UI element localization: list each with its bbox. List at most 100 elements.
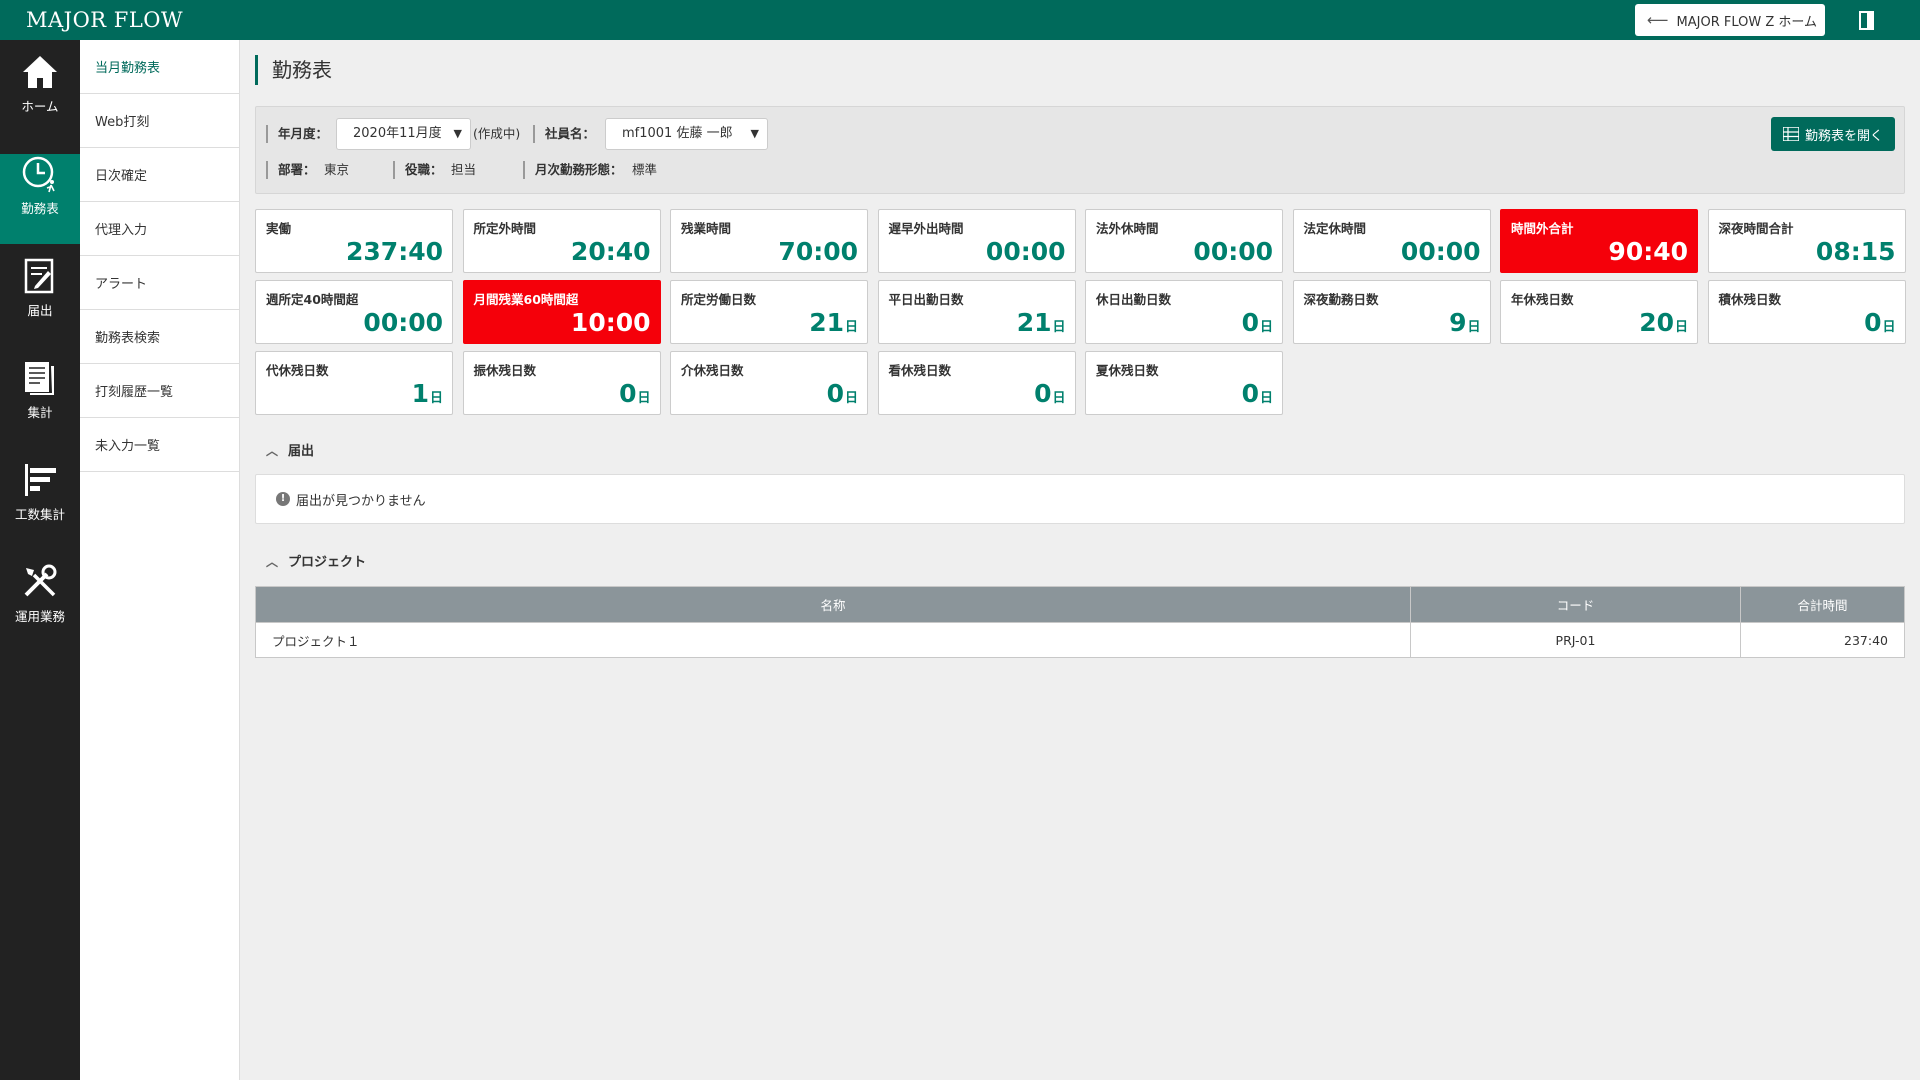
employee-select[interactable]: mf1001 佐藤 一郎 ▼ — [605, 118, 768, 150]
filter-panel: 年月度： 2020年11月度 ▼ (作成中) 社員名： mf1001 佐藤 一郎… — [255, 106, 1905, 194]
stat-unit: 日 — [1259, 320, 1273, 335]
stat-value: 20 — [1639, 308, 1674, 337]
stat-value: 00:00 — [1193, 237, 1273, 266]
stat-value-wrap: 21日 — [1017, 308, 1066, 337]
table-header: 名称 コード 合計時間 — [256, 587, 1904, 622]
open-timesheet-button[interactable]: 勤務表を開く — [1771, 117, 1895, 151]
stat-value: 20:40 — [570, 237, 651, 266]
stat-value-wrap: 00:00 — [363, 308, 443, 337]
stat-card: 所定外時間 20:40 — [462, 209, 661, 273]
column-header-code[interactable]: コード — [1411, 587, 1741, 622]
stat-value: 00:00 — [363, 308, 443, 337]
stat-value: 70:00 — [778, 237, 858, 266]
work-type-value: 標準 — [632, 162, 658, 177]
stat-value: 1 — [411, 379, 429, 408]
nav-item-summary[interactable]: 集計 — [0, 358, 80, 448]
stat-card: 代休残日数 1日 — [255, 351, 453, 415]
stat-value: 0 — [1864, 308, 1882, 337]
year-month-value: 2020年11月度 — [353, 126, 442, 141]
stat-unit: 日 — [844, 320, 858, 335]
projects-section-toggle[interactable]: ︿ プロジェクト — [266, 551, 366, 570]
notices-section-toggle[interactable]: ︿ 届出 — [266, 440, 314, 459]
stat-value: 00:00 — [985, 237, 1066, 266]
nav-item-requests[interactable]: 届出 — [0, 256, 80, 346]
stat-value-wrap: 70:00 — [778, 237, 858, 266]
stat-card: 看休残日数 0日 — [877, 351, 1076, 415]
stat-label: 所定労働日数 — [681, 292, 757, 307]
subnav-item-timesheet-search[interactable]: 勤務表検索 — [80, 310, 239, 364]
stat-label: 実働 — [266, 221, 292, 236]
notices-section-title: 届出 — [288, 444, 315, 459]
subnav-item-missing-input[interactable]: 未入力一覧 — [80, 418, 239, 472]
subnav-item-proxy-input[interactable]: 代理入力 — [80, 202, 239, 256]
documents-icon — [25, 362, 54, 395]
nav-item-label: 運用業務 — [14, 609, 65, 624]
stat-card: 休日出勤日数 0日 — [1085, 280, 1283, 344]
stat-value: 21 — [809, 308, 844, 337]
stat-label: 時間外合計 — [1511, 221, 1574, 236]
stat-card: 深夜時間合計 08:15 — [1707, 209, 1906, 273]
stat-label: 代休残日数 — [266, 363, 329, 378]
table-row[interactable]: プロジェクト１ PRJ-01 237:40 — [256, 622, 1904, 657]
stat-label: 深夜時間合計 — [1718, 221, 1794, 236]
main-nav: ホーム 勤務表 届出 集計 工数集計 運用業務 — [0, 40, 80, 1080]
stat-card: 遅早外出時間 00:00 — [877, 209, 1076, 273]
stat-value-wrap: 1日 — [412, 379, 443, 408]
stat-value: 0 — [1241, 379, 1259, 408]
stat-card: 週所定40時間超 00:00 — [255, 280, 453, 344]
form-icon — [24, 258, 54, 294]
stat-value-wrap: 00:00 — [986, 237, 1066, 266]
year-month-select[interactable]: 2020年11月度 ▼ — [336, 118, 471, 150]
status-text: (作成中) — [473, 126, 521, 141]
stat-value-wrap: 20日 — [1639, 308, 1688, 337]
clock-icon — [22, 156, 55, 193]
stat-card: 実働 237:40 — [255, 209, 453, 273]
page-title: 勤務表 — [255, 55, 332, 85]
stat-unit: 日 — [1259, 391, 1273, 406]
stat-value-wrap: 0日 — [1242, 308, 1273, 337]
nav-item-manhours[interactable]: 工数集計 — [0, 460, 80, 550]
table-icon — [1782, 127, 1799, 141]
major-flow-home-button[interactable]: ⟵ MAJOR FLOW Z ホーム — [1635, 4, 1825, 36]
nav-item-operations[interactable]: 運用業務 — [0, 562, 80, 652]
subnav-item-daily-confirm[interactable]: 日次確定 — [80, 148, 239, 202]
stat-label: 振休残日数 — [473, 363, 537, 378]
nav-item-label: ホーム — [21, 99, 59, 114]
stat-value: 237:40 — [346, 237, 443, 266]
project-name-cell: プロジェクト１ — [256, 623, 1411, 657]
stat-value-wrap: 0日 — [1242, 379, 1273, 408]
stat-label: 年休残日数 — [1511, 292, 1574, 307]
nav-item-home[interactable]: ホーム — [0, 52, 80, 142]
stat-label: 看休残日数 — [888, 363, 952, 378]
column-header-name[interactable]: 名称 — [256, 587, 1411, 622]
stat-label: 残業時間 — [681, 221, 732, 236]
column-header-total[interactable]: 合計時間 — [1741, 587, 1904, 622]
subnav-item-clock-history[interactable]: 打刻履歴一覧 — [80, 364, 239, 418]
employee-label: 社員名： — [533, 125, 595, 143]
stat-value-wrap: 08:15 — [1816, 237, 1896, 266]
subnav-item-alerts[interactable]: アラート — [80, 256, 239, 310]
stat-label: 所定外時間 — [473, 221, 537, 236]
stat-card: 積休残日数 0日 — [1707, 280, 1906, 344]
subnav-item-current-month[interactable]: 当月勤務表 — [80, 40, 239, 94]
stat-value: 21 — [1016, 308, 1052, 337]
logo[interactable]: MAJOR FLOW — [26, 8, 183, 32]
project-total-cell: 237:40 — [1844, 632, 1888, 648]
stat-card: 深夜勤務日数 9日 — [1292, 280, 1491, 344]
stat-unit: 日 — [1882, 320, 1896, 335]
stat-unit: 日 — [1674, 320, 1688, 335]
tools-icon — [24, 564, 57, 597]
logout-icon[interactable] — [1858, 11, 1876, 30]
stat-label: 法外休時間 — [1096, 221, 1159, 236]
home-icon — [23, 56, 57, 88]
nav-item-label: 集計 — [27, 405, 53, 420]
stat-value: 08:15 — [1815, 237, 1896, 266]
stat-label: 休日出勤日数 — [1096, 292, 1172, 307]
projects-section-title: プロジェクト — [288, 555, 367, 570]
subnav-item-web-clock[interactable]: Web打刻 — [80, 94, 239, 148]
stat-value: 10:00 — [570, 308, 651, 337]
chevron-up-icon: ︿ — [266, 444, 279, 458]
stat-value: 0 — [619, 379, 637, 408]
stat-value-wrap: 00:00 — [1401, 237, 1481, 266]
nav-item-timesheet[interactable]: 勤務表 — [0, 154, 80, 244]
